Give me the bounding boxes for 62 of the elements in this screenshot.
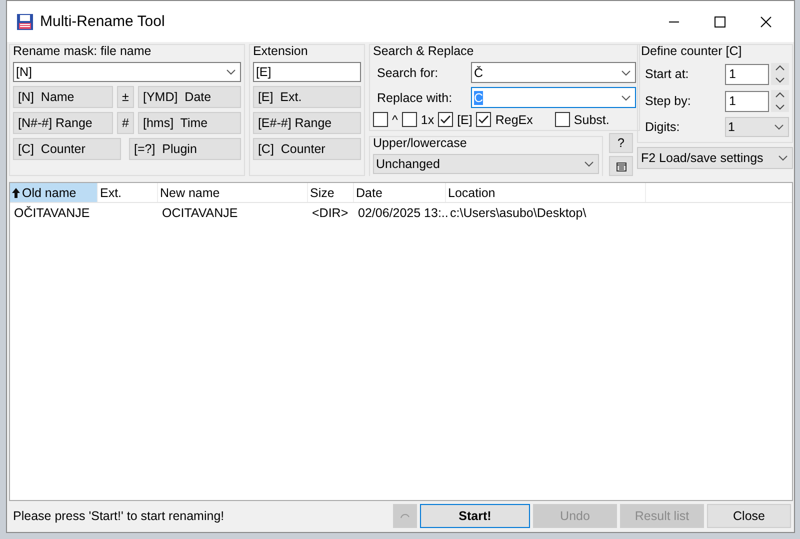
checkbox[interactable] [476, 112, 492, 127]
settings-dropdown[interactable]: F2 Load/save settings [637, 147, 793, 169]
maximize-icon[interactable] [714, 16, 726, 28]
group-label: Rename mask: file name [13, 44, 152, 58]
group-label: Extension [252, 44, 309, 58]
mask-button[interactable]: [YMD] Date [138, 86, 241, 108]
mask-button[interactable]: [=?] Plugin [129, 138, 241, 160]
list-icon [616, 160, 626, 172]
column-header[interactable]: Location [446, 183, 646, 202]
mask-button[interactable]: [hms] Time [138, 112, 241, 134]
option-label: ^ [392, 112, 398, 126]
edit-button[interactable] [609, 156, 633, 176]
window-title: Multi-Rename Tool [40, 13, 165, 30]
mask-button[interactable]: [C] Counter [13, 138, 121, 160]
column-header[interactable]: Old name [10, 183, 98, 202]
field-label: Digits: [644, 120, 681, 134]
action-button[interactable]: Start! [420, 504, 530, 528]
start-field[interactable]: 1 [725, 64, 769, 84]
action-button[interactable]: Close [707, 504, 791, 528]
checkbox[interactable] [373, 112, 388, 127]
table-cell: 02/06/2025 13:.. [358, 206, 448, 220]
checkbox[interactable] [402, 112, 417, 127]
group-label: Define counter [C] [641, 44, 743, 58]
search-field[interactable]: Č [471, 62, 636, 83]
mask-button[interactable]: ± [117, 86, 134, 108]
extension-button[interactable]: [E] Ext. [252, 86, 361, 108]
field-label: Search for: [376, 66, 440, 80]
extension-button[interactable]: [E#-#] Range [252, 112, 361, 134]
checkbox[interactable] [554, 112, 570, 127]
option-label: [E] [457, 112, 472, 126]
spinner-arrows-icon[interactable] [771, 63, 789, 85]
mask-button[interactable]: [N#-#] Range [13, 112, 113, 134]
mask-button[interactable]: [N] Name [13, 86, 113, 108]
column-header[interactable]: New name [158, 183, 308, 202]
checkbox[interactable] [438, 112, 454, 127]
status-message: Please press 'Start!' to start renaming! [12, 509, 226, 523]
field-label: Replace with: [376, 90, 454, 104]
case-dropdown[interactable]: Unchanged [373, 154, 599, 174]
option-label: RegEx [495, 112, 533, 126]
option-label: 1x [420, 112, 434, 126]
mask-field[interactable]: [N] [13, 62, 241, 82]
column-header[interactable]: Ext. [98, 183, 158, 202]
table-cell: OČITAVANJE [14, 206, 90, 220]
spinner-arrows-icon[interactable] [771, 90, 789, 112]
mask-button[interactable]: # [117, 112, 134, 134]
column-header[interactable]: Date [354, 183, 446, 202]
group-label: Search & Replace [373, 44, 475, 58]
table-cell: <DIR> [312, 206, 348, 220]
column-header[interactable]: Size [308, 183, 354, 202]
extension-field[interactable]: [E] [252, 62, 361, 82]
step-field[interactable]: 1 [725, 90, 769, 112]
close-icon[interactable] [760, 16, 772, 28]
extension-button[interactable]: [C] Counter [252, 138, 361, 160]
table-cell: c:\Users\asubo\Desktop\ [450, 206, 586, 220]
option-label: Subst. [574, 112, 610, 126]
sort-up-arrow-icon [12, 188, 20, 198]
field-label: Start at: [644, 67, 690, 81]
group-label: Upper/lowercase [373, 136, 468, 150]
help-button[interactable]: ? [609, 133, 633, 153]
table-cell: OCITAVANJE [162, 206, 238, 220]
digits-dropdown[interactable]: 1 [725, 117, 789, 137]
field-label: Step by: [644, 94, 692, 108]
